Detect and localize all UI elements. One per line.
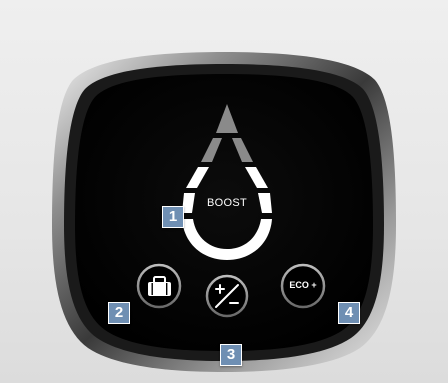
control-panel <box>52 52 396 372</box>
callout-2: 2 <box>108 302 130 324</box>
callout-4: 4 <box>338 302 360 324</box>
callout-3: 3 <box>220 344 242 366</box>
luggage-button[interactable] <box>137 264 181 308</box>
callout-1: 1 <box>162 206 184 228</box>
boost-label: BOOST <box>206 197 247 209</box>
plus-minus-button[interactable] <box>206 275 248 317</box>
eco-plus-button[interactable] <box>281 264 325 308</box>
